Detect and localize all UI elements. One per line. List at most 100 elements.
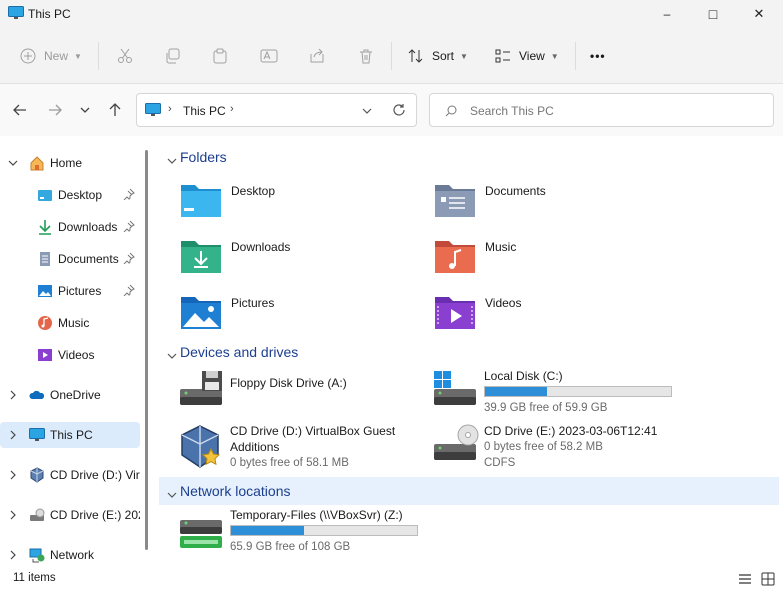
drive-tile-floppy[interactable]: Floppy Disk Drive (A:) bbox=[178, 369, 438, 419]
sidebar-item-label: Downloads bbox=[58, 220, 118, 234]
drive-tile-local-disk-c[interactable]: Local Disk (C:) 39.9 GB free of 59.9 GB bbox=[432, 369, 692, 419]
folder-name: Downloads bbox=[231, 240, 291, 254]
sort-button[interactable]: Sort ▼ bbox=[408, 40, 468, 72]
view-button[interactable]: View ▼ bbox=[495, 40, 559, 72]
arrow-left-icon bbox=[13, 104, 26, 116]
title-bar: This PC – □ ✕ bbox=[0, 0, 783, 28]
folder-tile-desktop[interactable]: Desktop bbox=[179, 180, 429, 228]
chevron-down-icon[interactable] bbox=[8, 157, 18, 171]
breadcrumb-this-pc[interactable]: This PC bbox=[183, 104, 226, 118]
documents-folder-icon bbox=[435, 185, 475, 217]
group-header-devices[interactable]: Devices and drives bbox=[159, 338, 779, 366]
close-button[interactable]: ✕ bbox=[736, 0, 782, 28]
copy-button[interactable] bbox=[164, 40, 180, 72]
cd-drive-icon bbox=[434, 424, 479, 460]
sidebar-item-pictures[interactable]: Pictures bbox=[0, 278, 140, 304]
folder-name: Music bbox=[485, 240, 517, 254]
folder-tile-documents[interactable]: Documents bbox=[433, 180, 683, 228]
sidebar-item-this-pc[interactable]: This PC bbox=[0, 422, 140, 448]
network-tile-temporary-files[interactable]: Temporary-Files (\\VBoxSvr) (Z:) 65.9 GB… bbox=[178, 508, 438, 558]
virtualbox-icon bbox=[181, 425, 221, 468]
sidebar-scrollbar[interactable] bbox=[145, 150, 148, 550]
disk-usage-bar bbox=[230, 525, 418, 536]
virtualbox-icon bbox=[30, 467, 44, 483]
drive-free-space: 0 bytes free of 58.1 MB bbox=[230, 457, 349, 469]
arrow-up-icon bbox=[109, 103, 121, 116]
address-bar[interactable]: › This PC › bbox=[136, 93, 417, 127]
sidebar-item-network[interactable]: Network bbox=[0, 542, 140, 568]
chevron-right-icon[interactable] bbox=[8, 429, 18, 443]
maximize-button[interactable]: □ bbox=[690, 0, 736, 28]
window-title: This PC bbox=[28, 7, 71, 21]
onedrive-icon bbox=[29, 390, 45, 399]
videos-icon bbox=[38, 349, 52, 361]
sidebar-item-onedrive[interactable]: OneDrive bbox=[0, 382, 140, 408]
drive-filesystem: CDFS bbox=[484, 457, 516, 469]
chevron-down-icon[interactable] bbox=[167, 487, 177, 503]
folder-name: Documents bbox=[485, 184, 546, 198]
folder-tile-music[interactable]: Music bbox=[433, 236, 683, 284]
sidebar-item-label: Network bbox=[50, 548, 95, 562]
disk-usage-fill bbox=[485, 387, 548, 396]
chevron-down-icon[interactable] bbox=[167, 348, 177, 364]
chevron-right-icon[interactable] bbox=[8, 549, 18, 563]
sidebar-item-documents[interactable]: Documents bbox=[0, 246, 140, 272]
chevron-down-icon[interactable] bbox=[361, 105, 373, 117]
sidebar-item-videos[interactable]: Videos bbox=[0, 342, 140, 368]
tiles-view-icon[interactable] bbox=[761, 572, 775, 586]
paste-icon bbox=[213, 48, 227, 64]
videos-folder-icon bbox=[435, 297, 475, 329]
recent-locations-button[interactable] bbox=[73, 98, 97, 122]
drive-tile-cd-drive-d[interactable]: CD Drive (D:) VirtualBox Guest Additions… bbox=[178, 424, 438, 474]
cut-button[interactable] bbox=[117, 40, 133, 72]
folder-tile-downloads[interactable]: Downloads bbox=[179, 236, 429, 284]
chevron-right-icon[interactable] bbox=[8, 509, 18, 523]
rename-button[interactable] bbox=[260, 40, 278, 72]
folder-tile-pictures[interactable]: Pictures bbox=[179, 292, 429, 340]
sidebar-item-cd-drive-d[interactable]: CD Drive (D:) VirtualBox Guest Additions bbox=[0, 462, 140, 488]
disk-usage-bar bbox=[484, 386, 672, 397]
monitor-icon bbox=[145, 103, 161, 116]
sidebar-item-downloads[interactable]: Downloads bbox=[0, 214, 140, 240]
windows-drive-icon bbox=[434, 371, 476, 405]
pin-icon bbox=[123, 252, 135, 267]
details-view-icon[interactable] bbox=[738, 572, 752, 586]
drive-name: CD Drive (E:) 2023-03-06T12:41 bbox=[484, 424, 658, 438]
sidebar-item-music[interactable]: Music bbox=[0, 310, 140, 336]
search-input[interactable]: Search This PC bbox=[429, 93, 774, 127]
up-button[interactable] bbox=[103, 98, 127, 122]
sidebar-item-label: CD Drive (E:) 2023-03-06T12:41 bbox=[50, 508, 140, 522]
breadcrumb-separator-icon[interactable]: › bbox=[230, 103, 234, 115]
disk-usage-fill bbox=[231, 526, 304, 535]
forward-button[interactable] bbox=[43, 98, 67, 122]
chevron-right-icon[interactable] bbox=[8, 389, 18, 403]
minimize-button[interactable]: – bbox=[644, 0, 690, 28]
sidebar-item-desktop[interactable]: Desktop bbox=[0, 182, 140, 208]
monitor-icon bbox=[29, 428, 45, 441]
refresh-icon[interactable] bbox=[392, 103, 406, 117]
toolbar-divider bbox=[575, 42, 576, 70]
sidebar-item-cd-drive-e[interactable]: CD Drive (E:) 2023-03-06T12:41 bbox=[0, 502, 140, 528]
folder-name: Pictures bbox=[231, 296, 275, 310]
new-button-label: New bbox=[44, 49, 69, 63]
group-title: Devices and drives bbox=[180, 344, 299, 360]
delete-button[interactable] bbox=[358, 40, 374, 72]
more-options-button[interactable]: ••• bbox=[590, 40, 606, 72]
drive-tile-cd-drive-e[interactable]: CD Drive (E:) 2023-03-06T12:41 0 bytes f… bbox=[432, 424, 692, 474]
home-icon bbox=[30, 156, 44, 171]
back-button[interactable] bbox=[8, 98, 32, 122]
folder-tile-videos[interactable]: Videos bbox=[433, 292, 683, 340]
sidebar-item-home[interactable]: Home bbox=[0, 150, 140, 176]
plus-circle-icon bbox=[20, 48, 36, 64]
pictures-icon bbox=[38, 285, 52, 297]
chevron-down-icon[interactable] bbox=[167, 153, 177, 169]
new-button[interactable]: New ▼ bbox=[20, 40, 82, 72]
paste-button[interactable] bbox=[212, 40, 228, 72]
view-button-label: View bbox=[519, 49, 545, 63]
minimize-icon: – bbox=[663, 7, 671, 21]
group-header-folders[interactable]: Folders bbox=[159, 143, 779, 171]
drive-name: Temporary-Files (\\VBoxSvr) (Z:) bbox=[230, 508, 403, 522]
group-header-network[interactable]: Network locations bbox=[159, 477, 779, 505]
chevron-right-icon[interactable] bbox=[8, 469, 18, 483]
share-button[interactable] bbox=[309, 40, 325, 72]
